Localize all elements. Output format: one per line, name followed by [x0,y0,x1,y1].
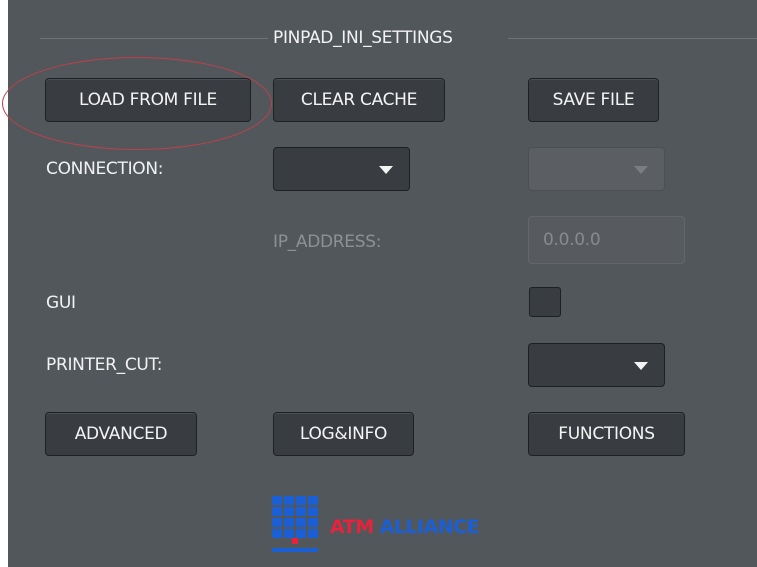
ip-address-label: IP_ADDRESS: [273,232,382,252]
clear-cache-button[interactable]: CLEAR CACHE [273,78,445,122]
connection-label: CONNECTION: [46,159,164,179]
functions-button[interactable]: FUNCTIONS [528,412,685,456]
connection-dropdown[interactable] [273,147,410,191]
chevron-down-icon [634,362,648,370]
advanced-button[interactable]: ADVANCED [45,412,197,456]
logo-word-atm: ATM [330,516,374,538]
chevron-down-icon [379,166,393,174]
group-border-right [508,38,757,39]
ip-address-input: 0.0.0.0 [528,216,685,264]
load-from-file-button[interactable]: LOAD FROM FILE [45,78,251,122]
printer-cut-dropdown[interactable] [528,343,665,387]
printer-cut-label: PRINTER_CUT: [46,355,163,375]
gui-label: GUI [46,293,76,313]
save-file-button[interactable]: SAVE FILE [528,78,659,122]
chevron-down-icon [634,166,648,174]
logo-word-alliance: ALLIANCE [379,516,480,538]
logo-wordmark: ATM ALLIANCE [330,516,480,538]
group-title: PINPAD_INI_SETTINGS [273,28,453,48]
atm-alliance-logo: ATM ALLIANCE [272,496,480,558]
connection-secondary-dropdown [528,147,665,191]
gui-checkbox[interactable] [529,287,561,317]
log-info-button[interactable]: LOG&INFO [273,412,414,456]
group-border-left [40,38,268,39]
atm-alliance-logo-icon [272,496,318,552]
